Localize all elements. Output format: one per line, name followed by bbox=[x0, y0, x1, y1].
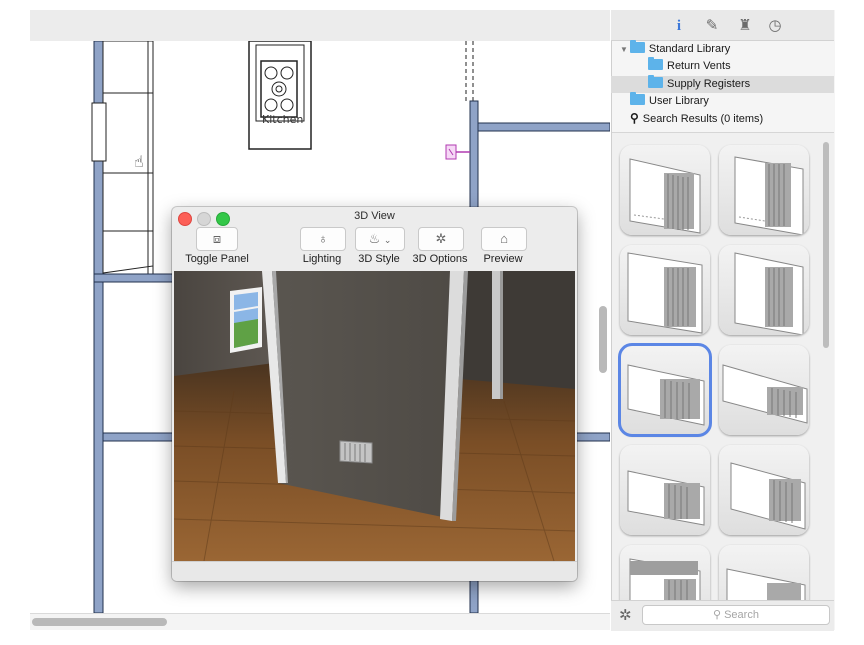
tree-item-label: User Library bbox=[649, 95, 709, 107]
folder-icon bbox=[630, 92, 645, 105]
tree-item-label: Search Results (0 items) bbox=[642, 113, 764, 125]
gear-icon[interactable]: ✲ bbox=[619, 606, 632, 624]
3d-options-button[interactable]: ✲ bbox=[418, 227, 464, 251]
3d-options-label: 3D Options bbox=[412, 253, 468, 265]
library-thumbnail[interactable] bbox=[719, 245, 809, 335]
library-thumbnail[interactable] bbox=[719, 545, 809, 601]
pencil-icon[interactable]: ✎ bbox=[702, 16, 722, 36]
library-search-input[interactable]: ⚲ Search bbox=[642, 605, 830, 625]
lighting-button[interactable]: ♁ bbox=[300, 227, 346, 251]
tree-item-label: Supply Registers bbox=[667, 78, 751, 90]
tree-item-return-vents[interactable]: Return Vents bbox=[648, 57, 731, 75]
timer-icon[interactable]: ◷ bbox=[765, 16, 785, 36]
window-title: 3D View bbox=[354, 210, 395, 222]
folder-icon bbox=[629, 40, 645, 53]
search-icon: ⚲ bbox=[713, 609, 722, 621]
3d-viewport[interactable] bbox=[174, 271, 575, 561]
sidebar-toggle-icon: ⧈ bbox=[212, 231, 222, 246]
tree-item-standard-library[interactable]: ▼ Standard Library bbox=[620, 40, 731, 58]
3d-render bbox=[174, 271, 575, 561]
library-thumbnail[interactable] bbox=[719, 145, 809, 235]
3d-style-label: 3D Style bbox=[358, 253, 400, 265]
info-icon[interactable]: i bbox=[669, 16, 689, 36]
library-scrollbar[interactable] bbox=[823, 142, 829, 348]
plan-vertical-scrollbar[interactable] bbox=[599, 306, 607, 373]
library-thumbnail-selected[interactable] bbox=[618, 343, 712, 437]
home-icon: ⌂ bbox=[500, 231, 508, 246]
svg-text:☝: ☝ bbox=[134, 152, 144, 171]
library-thumbnail-grid bbox=[612, 132, 834, 601]
folder-icon bbox=[648, 57, 663, 70]
search-placeholder: Search bbox=[724, 609, 759, 621]
tree-item-search-results[interactable]: ⚲ Search Results (0 items) bbox=[630, 110, 763, 127]
magnifier-icon: ⚲ bbox=[630, 111, 639, 125]
library-thumbnail[interactable] bbox=[719, 345, 809, 435]
tree-item-label: Return Vents bbox=[667, 60, 731, 72]
tree-item-user-library[interactable]: User Library bbox=[630, 92, 709, 110]
library-thumbnail[interactable] bbox=[620, 445, 710, 535]
3d-style-button[interactable]: ♨ ⌄ bbox=[355, 227, 405, 251]
library-thumbnail[interactable] bbox=[620, 545, 710, 601]
preview-button[interactable]: ⌂ bbox=[481, 227, 527, 251]
toggle-panel-label: Toggle Panel bbox=[185, 253, 249, 265]
chair-icon[interactable]: ♜ bbox=[735, 16, 755, 36]
3d-view-window[interactable]: 3D View ⧈ Toggle Panel ♁ Lighting ♨ ⌄ 3D… bbox=[172, 207, 577, 581]
plan-horizontal-scrollbar[interactable] bbox=[32, 618, 167, 626]
preview-label: Preview bbox=[483, 253, 523, 265]
tree-item-supply-registers[interactable]: Supply Registers bbox=[648, 75, 751, 93]
library-thumbnail[interactable] bbox=[719, 445, 809, 535]
toggle-panel-button[interactable]: ⧈ bbox=[196, 227, 238, 251]
sidebar-tab-bar: i ✎ ♜ ◷ bbox=[611, 10, 834, 41]
tree-item-label: Standard Library bbox=[648, 43, 731, 55]
plan-toolbar bbox=[30, 10, 610, 42]
folder-icon bbox=[648, 75, 663, 88]
library-thumbnail[interactable] bbox=[620, 245, 710, 335]
gear-icon: ✲ bbox=[435, 231, 447, 246]
disclosure-triangle-icon[interactable]: ▼ bbox=[620, 45, 628, 54]
lightbulb-icon: ♁ bbox=[318, 231, 328, 246]
lighting-label: Lighting bbox=[302, 253, 342, 265]
paintbrush-icon: ♨ bbox=[368, 231, 381, 246]
chevron-down-icon: ⌄ bbox=[383, 235, 392, 245]
window-status-bar bbox=[172, 561, 577, 581]
room-label: Kitchen bbox=[262, 113, 303, 126]
library-thumbnail[interactable] bbox=[620, 145, 710, 235]
